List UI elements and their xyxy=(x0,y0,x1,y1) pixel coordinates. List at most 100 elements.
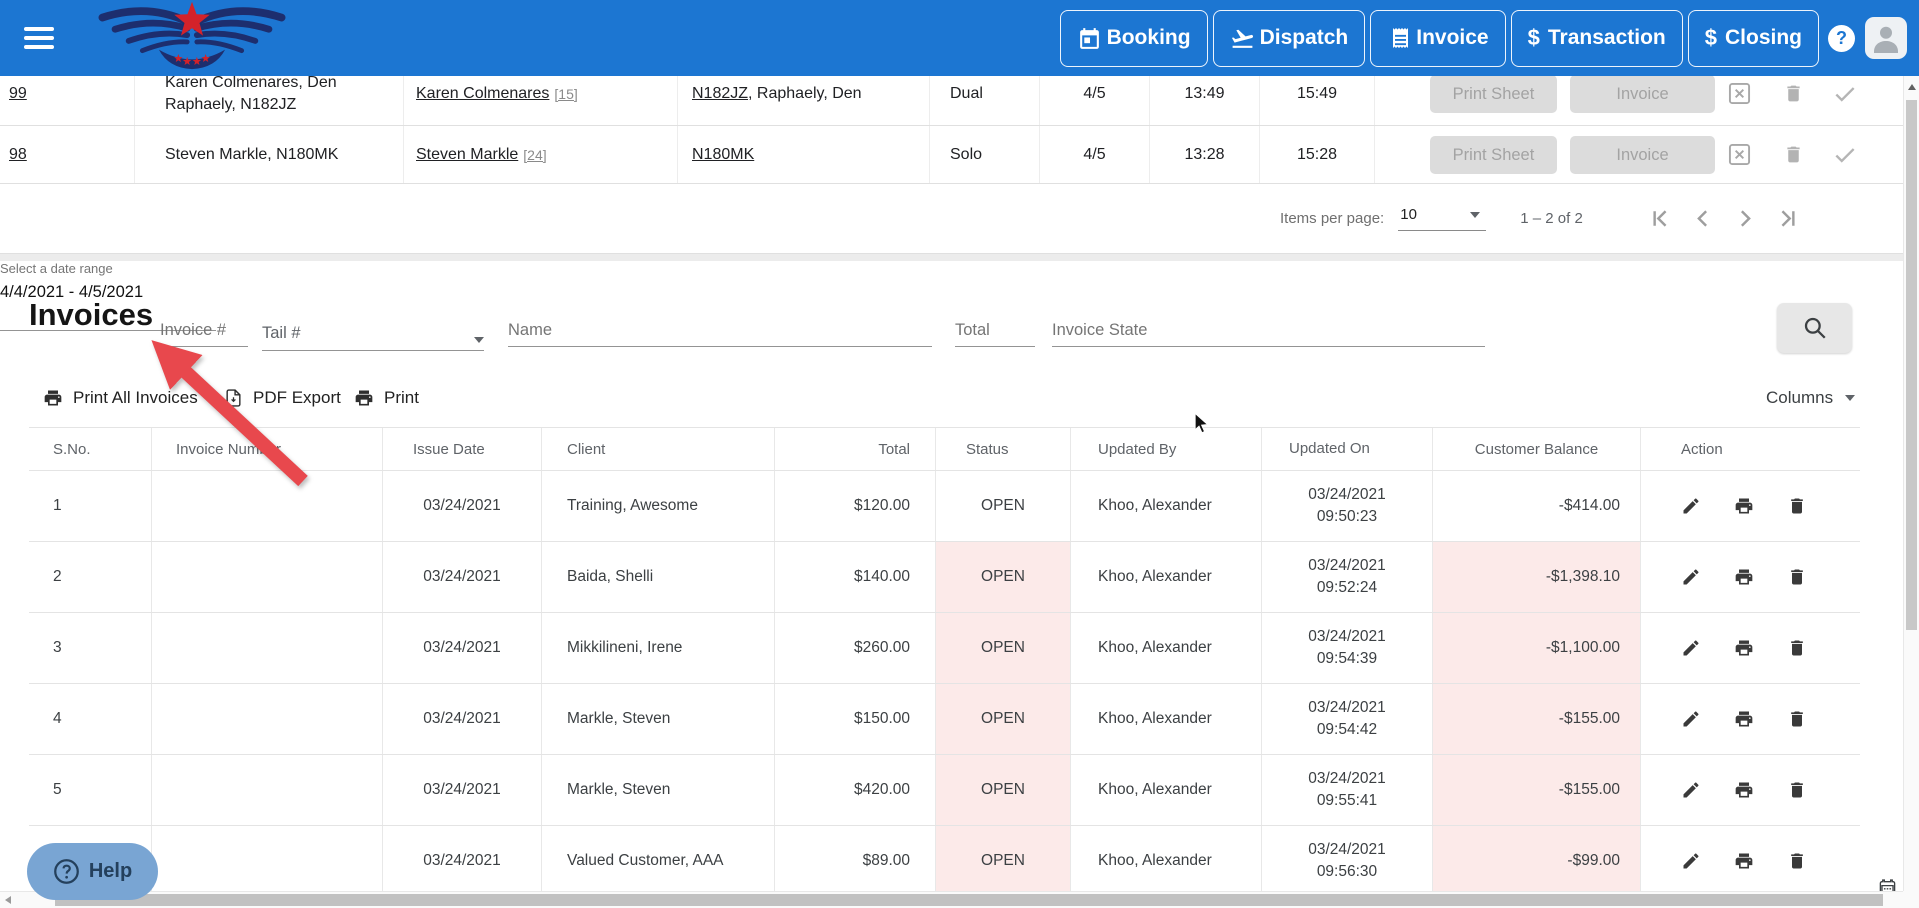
help-button[interactable]: Help xyxy=(27,843,158,900)
printer-icon xyxy=(43,388,63,408)
vertical-scrollbar[interactable] xyxy=(1903,76,1919,891)
menu-icon[interactable] xyxy=(24,22,54,54)
table-header-row: S.No. Invoice Number Issue Date Client T… xyxy=(29,427,1860,471)
pdf-export-button[interactable]: PDF Export xyxy=(224,383,341,413)
delete-icon[interactable] xyxy=(1787,851,1807,871)
edit-icon[interactable] xyxy=(1681,638,1701,658)
print-all-invoices-button[interactable]: Print All Invoices xyxy=(43,383,198,413)
col-header-customer-balance: Customer Balance xyxy=(1433,428,1641,470)
edit-icon[interactable] xyxy=(1681,567,1701,587)
nav-closing-button[interactable]: $ Closing xyxy=(1688,10,1819,67)
horizontal-scrollbar[interactable] xyxy=(0,891,1903,908)
booking-type: Solo xyxy=(930,126,1040,183)
plane-land-icon xyxy=(1230,26,1255,51)
name-input[interactable] xyxy=(508,321,932,346)
nav-help-icon[interactable]: ? xyxy=(1828,25,1855,52)
invoice-number-input[interactable] xyxy=(160,321,248,346)
nav-transaction-button[interactable]: $ Transaction xyxy=(1511,10,1683,67)
scroll-left-arrow-icon[interactable] xyxy=(5,896,11,904)
name-filter[interactable] xyxy=(508,309,932,347)
booking-id-link[interactable]: 99 xyxy=(9,85,27,103)
check-icon[interactable] xyxy=(1832,81,1858,107)
print-icon[interactable] xyxy=(1734,496,1754,516)
pdf-file-icon xyxy=(224,388,243,408)
invoice-button[interactable]: Invoice xyxy=(1570,75,1715,113)
client-link[interactable]: Karen Colmenares xyxy=(416,85,549,103)
printer-icon xyxy=(354,388,374,408)
col-header-issue-date: Issue Date xyxy=(383,428,542,470)
client-ref-link[interactable]: [24] xyxy=(523,147,546,163)
bookings-table: 99 Karen Colmenares, Den Raphaely, N182J… xyxy=(0,62,1903,184)
print-sheet-button[interactable]: Print Sheet xyxy=(1430,75,1557,113)
delete-icon[interactable] xyxy=(1787,638,1807,658)
col-header-updated-on: Updated On xyxy=(1262,428,1433,470)
edit-icon[interactable] xyxy=(1681,496,1701,516)
invoice-state-filter[interactable] xyxy=(1052,309,1485,347)
section-divider xyxy=(0,253,1919,261)
cancel-box-icon[interactable] xyxy=(1728,143,1751,166)
invoice-state-input[interactable] xyxy=(1052,321,1485,346)
client-ref-link[interactable]: [15] xyxy=(554,86,577,102)
col-header-action: Action xyxy=(1641,428,1860,470)
nav-dispatch-button[interactable]: Dispatch xyxy=(1213,10,1366,67)
print-button[interactable]: Print xyxy=(354,383,419,413)
cancel-box-icon[interactable] xyxy=(1728,82,1751,105)
page-range-label: 1 – 2 of 2 xyxy=(1520,210,1583,227)
total-filter[interactable] xyxy=(955,313,1035,347)
check-icon[interactable] xyxy=(1832,142,1858,168)
first-page-icon[interactable] xyxy=(1651,210,1668,227)
tail-link[interactable]: N182JZ xyxy=(692,85,748,103)
delete-icon[interactable] xyxy=(1787,709,1807,729)
booking-end-time: 15:28 xyxy=(1260,126,1375,183)
horizontal-scroll-thumb[interactable] xyxy=(55,894,1883,906)
print-icon[interactable] xyxy=(1734,851,1754,871)
client-link[interactable]: Steven Markle xyxy=(416,146,518,164)
booking-id-link[interactable]: 98 xyxy=(9,146,27,164)
tail-rest: , Raphaely, Den xyxy=(748,85,862,103)
table-row: 4 03/24/2021 Markle, Steven $150.00 OPEN… xyxy=(29,684,1860,755)
edit-icon[interactable] xyxy=(1681,709,1701,729)
prev-page-icon[interactable] xyxy=(1694,210,1711,227)
print-icon[interactable] xyxy=(1734,638,1754,658)
booking-date: 4/5 xyxy=(1040,126,1150,183)
status-badge: OPEN xyxy=(936,471,1071,541)
delete-icon[interactable] xyxy=(1787,567,1807,587)
delete-icon[interactable] xyxy=(1783,144,1804,165)
columns-dropdown[interactable]: Columns xyxy=(1766,383,1855,413)
status-badge: OPEN xyxy=(936,542,1071,612)
last-page-icon[interactable] xyxy=(1780,210,1797,227)
delete-icon[interactable] xyxy=(1783,83,1804,104)
invoice-button[interactable]: Invoice xyxy=(1570,136,1715,174)
receipt-icon xyxy=(1387,26,1411,50)
flight-school-logo[interactable] xyxy=(86,1,298,75)
total-input[interactable] xyxy=(955,321,1035,346)
edit-icon[interactable] xyxy=(1681,780,1701,800)
scroll-up-arrow-icon[interactable] xyxy=(1908,84,1916,90)
table-row: 6 03/24/2021 Valued Customer, AAA $89.00… xyxy=(29,826,1860,897)
person-icon xyxy=(1868,20,1904,56)
search-icon xyxy=(1802,315,1828,341)
search-button[interactable] xyxy=(1777,303,1852,353)
edit-icon[interactable] xyxy=(1681,851,1701,871)
print-sheet-button[interactable]: Print Sheet xyxy=(1430,136,1557,174)
invoices-table: S.No. Invoice Number Issue Date Client T… xyxy=(29,427,1860,897)
tail-link[interactable]: N180MK xyxy=(692,146,754,164)
help-question-icon xyxy=(53,858,80,885)
print-icon[interactable] xyxy=(1734,567,1754,587)
invoice-number-filter[interactable] xyxy=(160,313,248,347)
avatar[interactable] xyxy=(1865,17,1907,59)
delete-icon[interactable] xyxy=(1787,496,1807,516)
vertical-scroll-thumb[interactable] xyxy=(1906,100,1917,630)
nav-invoice-button[interactable]: Invoice xyxy=(1370,10,1505,67)
dollar-icon: $ xyxy=(1705,25,1717,51)
col-header-client: Client xyxy=(542,428,775,470)
scrollbar-corner xyxy=(1903,891,1919,908)
nav-booking-button[interactable]: Booking xyxy=(1060,10,1208,67)
col-header-status: Status xyxy=(936,428,1071,470)
tail-filter-select[interactable]: Tail # xyxy=(262,309,484,351)
page-size-select[interactable]: 10 xyxy=(1398,206,1486,231)
next-page-icon[interactable] xyxy=(1737,210,1754,227)
print-icon[interactable] xyxy=(1734,780,1754,800)
print-icon[interactable] xyxy=(1734,709,1754,729)
delete-icon[interactable] xyxy=(1787,780,1807,800)
